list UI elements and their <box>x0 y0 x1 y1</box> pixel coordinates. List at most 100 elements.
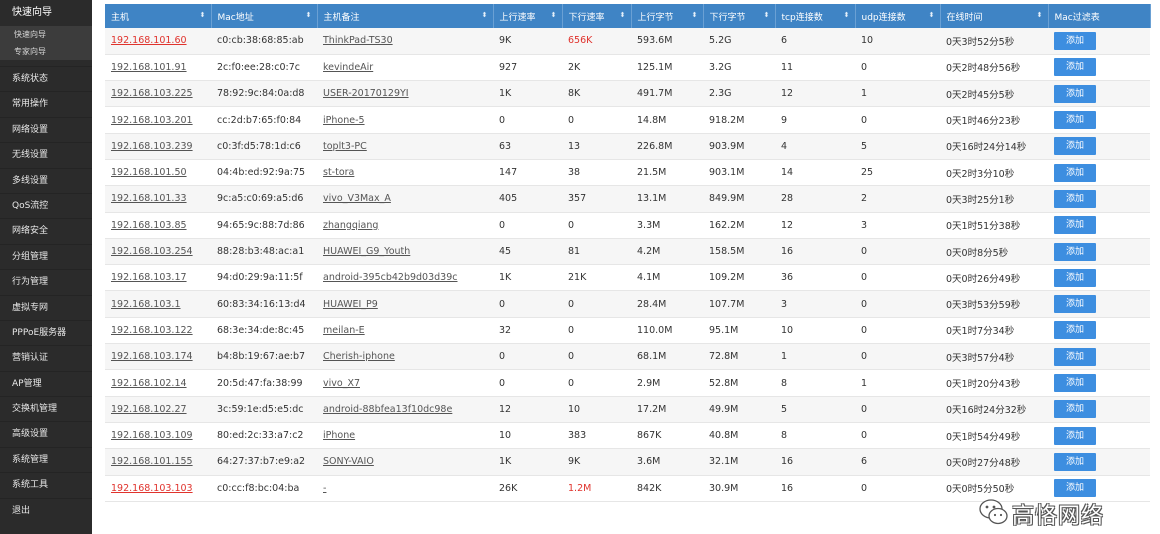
add-mac-filter-button[interactable]: 添加 <box>1054 321 1096 340</box>
host-alias-link[interactable]: SONY-VAIO <box>323 456 374 467</box>
add-mac-filter-button[interactable]: 添加 <box>1054 58 1096 77</box>
column-header[interactable]: 在线时间 ⬍ <box>940 4 1049 28</box>
host-link[interactable]: 192.168.103.122 <box>111 325 193 336</box>
add-mac-filter-button[interactable]: 添加 <box>1054 216 1096 235</box>
host-link[interactable]: 192.168.103.254 <box>111 246 193 257</box>
add-mac-filter-button[interactable]: 添加 <box>1054 295 1096 314</box>
column-header[interactable]: 主机备注 ⬍ <box>317 4 494 28</box>
sidebar-subitem-quick-wizard[interactable]: 快速向导 <box>0 26 92 43</box>
add-mac-filter-button[interactable]: 添加 <box>1054 479 1096 498</box>
host-link[interactable]: 192.168.101.91 <box>111 62 187 73</box>
add-mac-filter-button[interactable]: 添加 <box>1054 137 1096 156</box>
sidebar-item[interactable]: 营销认证 <box>0 345 92 370</box>
sort-arrows-icon[interactable]: ⬍ <box>929 11 935 19</box>
host-link[interactable]: 192.168.103.1 <box>111 299 181 310</box>
column-header[interactable]: 下行字节 ⬍ <box>703 4 776 28</box>
sort-arrows-icon[interactable]: ⬍ <box>844 11 850 19</box>
host-link[interactable]: 192.168.101.33 <box>111 193 187 204</box>
sidebar-item[interactable]: 系统管理 <box>0 446 92 472</box>
host-link[interactable]: 192.168.101.60 <box>111 35 187 46</box>
add-mac-filter-button[interactable]: 添加 <box>1054 268 1096 287</box>
host-alias-link[interactable]: android-395cb42b9d03d39c <box>323 272 458 283</box>
sidebar-item[interactable]: PPPoE服务器 <box>0 319 92 345</box>
sort-arrows-icon[interactable]: ⬍ <box>764 11 770 19</box>
add-mac-filter-button[interactable]: 添加 <box>1054 400 1096 419</box>
add-mac-filter-button[interactable]: 添加 <box>1054 111 1096 130</box>
add-mac-filter-button[interactable]: 添加 <box>1054 84 1096 103</box>
add-mac-filter-button[interactable]: 添加 <box>1054 452 1096 471</box>
sidebar-item[interactable]: 行为管理 <box>0 269 92 294</box>
column-header[interactable]: udp连接数 ⬍ <box>855 4 941 28</box>
host-alias-link[interactable]: USER-20170129YI <box>323 88 409 99</box>
column-header-label: tcp连接数 <box>781 12 823 23</box>
sidebar-item[interactable]: 常用操作 <box>0 91 92 116</box>
upb-value: 4.2M <box>637 246 661 258</box>
sort-arrows-icon[interactable]: ⬍ <box>1037 11 1043 19</box>
sidebar-item[interactable]: 分组管理 <box>0 243 92 269</box>
host-link[interactable]: 192.168.101.155 <box>111 456 193 467</box>
host-alias-link[interactable]: st-tora <box>323 167 354 178</box>
add-mac-filter-button[interactable]: 添加 <box>1054 374 1096 392</box>
host-alias-link[interactable]: android-88bfea13f10dc98e <box>323 404 452 415</box>
add-mac-filter-button[interactable]: 添加 <box>1054 426 1096 445</box>
column-header[interactable]: 主机 ⬍ <box>105 4 212 28</box>
host-alias-link[interactable]: HUAWEI_G9_Youth <box>323 246 410 257</box>
sort-arrows-icon[interactable]: ⬍ <box>551 11 557 19</box>
host-alias-link[interactable]: iPhone <box>323 430 355 441</box>
add-mac-filter-button[interactable]: 添加 <box>1054 242 1096 261</box>
add-mac-filter-button[interactable]: 添加 <box>1054 189 1096 208</box>
host-alias-link[interactable]: Cherish-iphone <box>323 351 395 362</box>
host-link[interactable]: 192.168.103.201 <box>111 115 193 126</box>
sort-arrows-icon[interactable]: ⬍ <box>200 11 206 19</box>
host-alias-link[interactable]: iPhone-5 <box>323 115 365 126</box>
host-link[interactable]: 192.168.102.27 <box>111 404 187 415</box>
host-link[interactable]: 192.168.103.174 <box>111 351 193 362</box>
sidebar-item[interactable]: 系统工具 <box>0 472 92 497</box>
sort-arrows-icon[interactable]: ⬍ <box>692 11 698 19</box>
sidebar-subitem-expert-wizard[interactable]: 专家向导 <box>0 43 92 60</box>
column-header[interactable]: Mac地址 ⬍ <box>211 4 318 28</box>
cell-host: 192.168.103.174 <box>105 343 211 371</box>
host-alias-link[interactable]: ThinkPad-TS30 <box>323 35 393 46</box>
host-alias-link[interactable]: meilan-E <box>323 325 365 336</box>
host-alias-link[interactable]: toplt3-PC <box>323 141 367 152</box>
add-mac-filter-button[interactable]: 添加 <box>1054 163 1096 182</box>
host-link[interactable]: 192.168.103.103 <box>111 483 193 494</box>
column-header[interactable]: 下行速率 ⬍ <box>562 4 632 28</box>
sidebar-item[interactable]: 退出 <box>0 497 92 523</box>
sidebar-item[interactable]: 高级设置 <box>0 421 92 446</box>
time-value: 0天0时26分49秒 <box>946 273 1021 285</box>
column-header[interactable]: 上行速率 ⬍ <box>493 4 563 28</box>
host-alias-link[interactable]: HUAWEI_P9 <box>323 299 378 310</box>
sidebar-item-quick-wizard[interactable]: 快速向导 <box>0 0 92 26</box>
host-link[interactable]: 192.168.103.225 <box>111 88 193 99</box>
host-link[interactable]: 192.168.103.17 <box>111 272 187 283</box>
host-alias-link[interactable]: - <box>323 483 326 494</box>
host-alias-link[interactable]: zhangqiang <box>323 220 378 231</box>
sidebar-item[interactable]: 多线设置 <box>0 167 92 193</box>
host-alias-link[interactable]: vivo_X7 <box>323 378 360 389</box>
sidebar-item[interactable]: 虚拟专网 <box>0 294 92 320</box>
sidebar-item[interactable]: QoS流控 <box>0 192 92 218</box>
time-value: 0天2时45分5秒 <box>946 89 1015 101</box>
column-header[interactable]: tcp连接数 ⬍ <box>775 4 856 28</box>
host-link[interactable]: 192.168.103.239 <box>111 141 193 152</box>
sidebar-item[interactable]: AP管理 <box>0 370 92 396</box>
sidebar-item[interactable]: 网络设置 <box>0 116 92 142</box>
sidebar-item[interactable]: 系统状态 <box>0 66 92 91</box>
host-link[interactable]: 192.168.101.50 <box>111 167 187 178</box>
host-alias-link[interactable]: vivo_V3Max_A <box>323 193 391 204</box>
host-alias-link[interactable]: kevindeAir <box>323 62 373 73</box>
add-mac-filter-button[interactable]: 添加 <box>1054 347 1096 366</box>
host-link[interactable]: 192.168.103.85 <box>111 220 187 231</box>
sort-arrows-icon[interactable]: ⬍ <box>306 11 312 19</box>
sidebar-item[interactable]: 网络安全 <box>0 218 92 243</box>
column-header[interactable]: 上行字节 ⬍ <box>631 4 704 28</box>
sidebar-item[interactable]: 交换机管理 <box>0 396 92 421</box>
add-mac-filter-button[interactable]: 添加 <box>1054 31 1096 50</box>
sort-arrows-icon[interactable]: ⬍ <box>482 11 488 19</box>
host-link[interactable]: 192.168.103.109 <box>111 430 193 441</box>
sort-arrows-icon[interactable]: ⬍ <box>620 11 626 19</box>
host-link[interactable]: 192.168.102.14 <box>111 378 187 389</box>
sidebar-item[interactable]: 无线设置 <box>0 142 92 167</box>
